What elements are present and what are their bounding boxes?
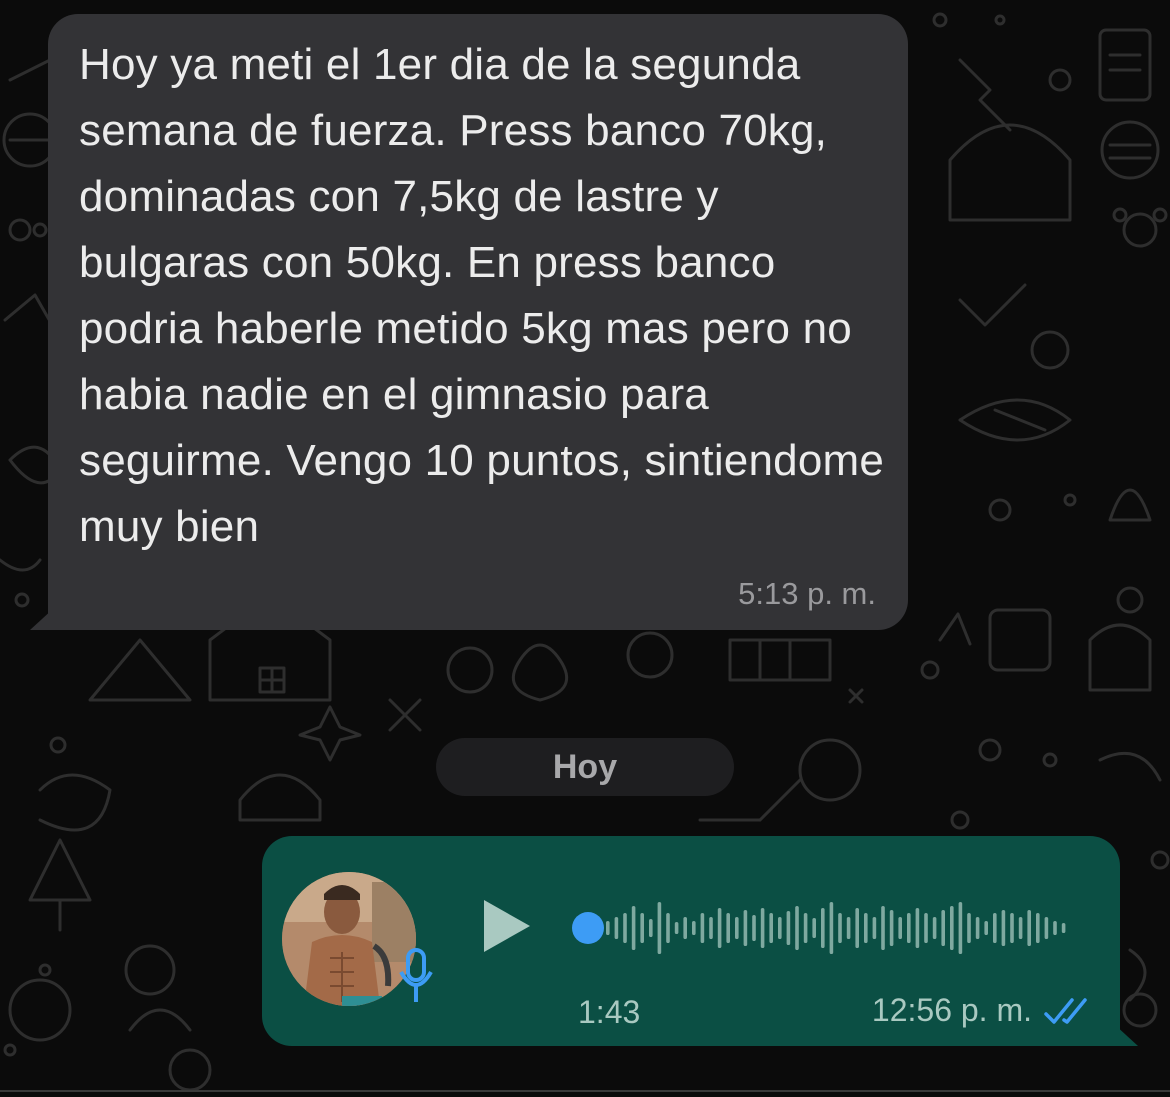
waveform-bar (898, 917, 902, 939)
incoming-message-bubble[interactable]: Hoy ya meti el 1er dia de la segunda sem… (30, 14, 908, 630)
message-timestamp: 12:56 p. m. (871, 992, 1032, 1028)
microphone-icon (399, 948, 433, 1002)
message-timestamp: 5:13 p. m. (738, 576, 876, 611)
message-text: Hoy ya meti el 1er dia de la segunda sem… (79, 40, 885, 551)
bubble-tail (1114, 1024, 1138, 1046)
waveform-bar (829, 902, 834, 954)
waveform-bar (726, 913, 730, 943)
waveform-bar (864, 913, 868, 943)
waveform-bar (881, 906, 885, 950)
divider (0, 1090, 1170, 1092)
waveform-bar (855, 908, 859, 948)
waveform-bar (984, 921, 988, 935)
waveform-bar (838, 913, 842, 943)
waveform-bar (1001, 910, 1006, 946)
waveform-bar (1036, 913, 1040, 943)
waveform-bar (735, 917, 739, 939)
waveform-bar (1061, 923, 1066, 933)
waveform-bar (975, 917, 980, 939)
waveform-bar (924, 913, 928, 943)
date-divider: Hoy (436, 738, 734, 796)
waveform-bar (631, 906, 636, 950)
waveform-bar (674, 922, 679, 934)
waveform-bar (889, 910, 894, 946)
waveform-bar (692, 921, 696, 935)
waveform-bar (778, 917, 782, 939)
waveform-bar (717, 908, 722, 948)
waveform-bar (993, 913, 997, 943)
waveform-bar (769, 913, 773, 943)
waveform-bar (872, 917, 877, 939)
bubble-tail (30, 608, 54, 630)
waveform-bar (657, 902, 662, 954)
waveform-bar (1027, 910, 1031, 946)
waveform-bar (683, 917, 687, 939)
voice-duration: 1:43 (578, 994, 641, 1030)
waveform-bar (700, 913, 705, 943)
play-button[interactable] (480, 896, 534, 956)
waveform-bar (786, 911, 791, 945)
waveform-bar (623, 913, 627, 943)
play-icon (484, 900, 530, 952)
waveform-bar (743, 910, 748, 946)
waveform-bar (1044, 917, 1049, 939)
date-divider-label: Hoy (552, 747, 618, 786)
waveform-bar (950, 906, 954, 950)
waveform-bar (760, 908, 765, 948)
waveform-bar (752, 915, 756, 941)
waveform-bar (958, 902, 963, 954)
waveform-bar (803, 913, 808, 943)
waveform-bar (812, 918, 816, 938)
waveform-bar (941, 910, 945, 946)
outgoing-voice-message-bubble[interactable]: 1:43 12:56 p. m. (262, 836, 1138, 1046)
audio-waveform[interactable] (570, 888, 1080, 968)
waveform-bar (821, 908, 825, 948)
waveform-bar (709, 917, 713, 939)
waveform-bar (967, 913, 971, 943)
waveform-bar (907, 913, 911, 943)
double-check-read-icon (1044, 998, 1087, 1024)
waveform-bar (846, 917, 851, 939)
waveform-bar (614, 917, 619, 939)
waveform-bar (1053, 921, 1057, 935)
waveform-bar (1010, 913, 1014, 943)
waveform-bar (1018, 917, 1023, 939)
waveform-bar (915, 908, 920, 948)
playhead-handle[interactable] (572, 912, 604, 944)
waveform-bar (640, 913, 644, 943)
waveform-bar (649, 919, 653, 937)
waveform-bar (606, 921, 610, 935)
waveform-bar (932, 917, 937, 939)
waveform-bar (666, 913, 670, 943)
waveform-bar (795, 906, 799, 950)
